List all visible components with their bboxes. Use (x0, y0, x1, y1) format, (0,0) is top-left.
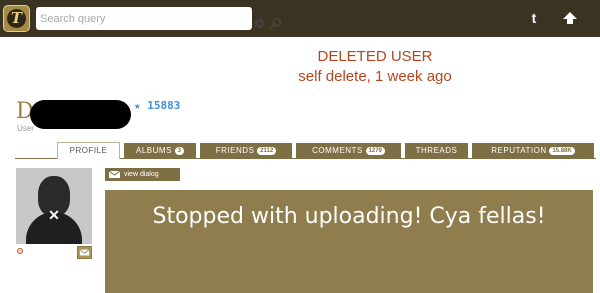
gear-icon[interactable] (253, 17, 266, 30)
tab-profile[interactable]: PROFILE (57, 142, 120, 159)
redacted-username (30, 100, 131, 129)
user-role: User (17, 124, 34, 133)
view-dialog-label: view dialog (124, 171, 159, 178)
tab-albums[interactable]: ALBUMS 3 (124, 143, 196, 158)
tab-count-badge: 3 (174, 147, 184, 155)
tab-label: THREADS (415, 146, 458, 155)
envelope-icon[interactable] (77, 246, 92, 259)
tumblr-icon[interactable]: t (527, 10, 541, 26)
upload-icon[interactable] (562, 11, 578, 25)
status-message: Stopped with uploading! Cya fellas! (152, 204, 546, 229)
status-message-box: Stopped with uploading! Cya fellas! (105, 190, 593, 293)
status-dot-icon (17, 248, 23, 254)
tab-label: COMMENTS (312, 146, 363, 155)
logo-letter: T (7, 9, 26, 28)
tab-count-badge: 15.88K (549, 147, 575, 155)
tab-comments[interactable]: COMMENTS 1279 (296, 143, 401, 158)
deleted-user-title: DELETED USER (317, 48, 433, 65)
tab-label: REPUTATION (491, 146, 547, 155)
tab-label: PROFILE (69, 146, 108, 155)
deleted-user-subtitle: self delete, 1 week ago (298, 68, 452, 85)
tab-count-badge: 2112 (257, 147, 277, 155)
envelope-icon (109, 171, 120, 178)
tab-threads[interactable]: THREADS (405, 143, 468, 158)
tab-label: ALBUMS (136, 146, 172, 155)
user-score: ★ 15883 (134, 99, 181, 112)
view-dialog-button[interactable]: view dialog (105, 168, 180, 181)
close-icon[interactable]: ✕ (47, 208, 61, 222)
tab-friends[interactable]: FRIENDS 2112 (200, 143, 292, 158)
search-input[interactable] (40, 9, 210, 28)
top-bar: T t (0, 0, 600, 37)
tab-count-badge: 1279 (365, 147, 385, 155)
search-icon[interactable] (269, 17, 282, 30)
tab-label: FRIENDS (215, 146, 255, 155)
search-box[interactable] (36, 7, 282, 30)
tab-reputation[interactable]: REPUTATION 15.88K (472, 143, 594, 158)
avatar[interactable]: ✕ (16, 168, 92, 244)
site-logo[interactable]: T (3, 5, 30, 32)
